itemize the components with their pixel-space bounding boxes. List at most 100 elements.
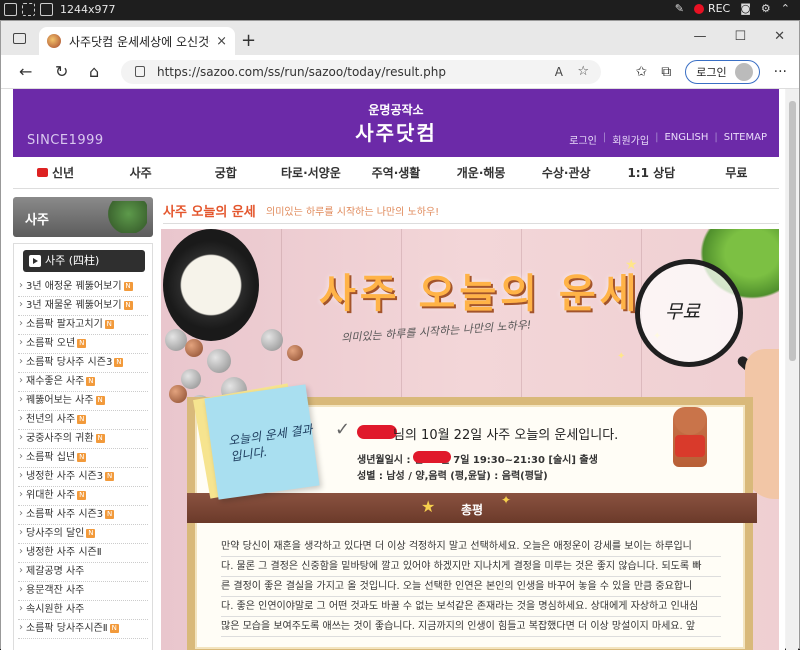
- sidebar: 사주 사주 (四柱) 3년 애정운 꿰뚫어보기N3년 재물운 꿰뚫어보기N소름팍…: [13, 197, 153, 650]
- sidebar-item[interactable]: 소름팍 오년N: [18, 335, 148, 354]
- nav-item-palm[interactable]: 수상·관상: [524, 164, 609, 181]
- sidebar-item[interactable]: 속시원한 사주: [18, 601, 148, 620]
- header-link-join[interactable]: 회원가입: [612, 132, 649, 147]
- add-favorite-icon[interactable]: ☆: [577, 60, 589, 84]
- gear-icon[interactable]: ⚙: [761, 2, 771, 15]
- nav-item-free[interactable]: 무료: [694, 164, 779, 181]
- read-aloud-icon[interactable]: A: [555, 60, 563, 84]
- nav-item-saju[interactable]: 사주: [98, 164, 183, 181]
- coin-icon: [261, 329, 283, 351]
- address-bar[interactable]: https://sazoo.com/ss/run/sazoo/today/res…: [121, 60, 601, 84]
- birth-info: 생년월일시 : 년 11월 7일 19:30~21:30 [술시] 출생: [357, 455, 598, 466]
- close-window-button[interactable]: ✕: [774, 29, 785, 44]
- close-tab-icon[interactable]: ×: [216, 34, 227, 49]
- compass-icon: [163, 229, 259, 341]
- banner-subtitle: 의미있는 하루를 시작하는 나만의 노하우!: [340, 318, 532, 345]
- new-badge-icon: N: [77, 414, 87, 424]
- sidebar-item[interactable]: 위대한 사주N: [18, 487, 148, 506]
- favorites-icon[interactable]: ✩: [636, 64, 648, 80]
- sidebar-item[interactable]: 소름팍 사주 시즌3N: [18, 506, 148, 525]
- site-header: 운명공작소 사주닷컴 SINCE1999 로그인 | 회원가입 | ENGLIS…: [13, 89, 779, 157]
- sidebar-item[interactable]: 제갈공명 사주: [18, 563, 148, 582]
- new-badge-icon: N: [77, 338, 87, 348]
- sidebar-item[interactable]: 천년의 사주N: [18, 411, 148, 430]
- minimize-button[interactable]: —: [693, 29, 706, 44]
- nav-item-dream[interactable]: 개운·해몽: [439, 164, 524, 181]
- nav-item-iching[interactable]: 주역·생활: [353, 164, 438, 181]
- paragraph-line: 다. 물론 그 결정은 신중함을 밑바탕에 깔고 있어야 하겠지만 지나치게 결…: [221, 557, 721, 577]
- browser-window: 사주닷컴 운세세상에 오신것을 환영합니다 × + — ☐ ✕ ← ↻ ⌂ ht…: [0, 20, 800, 650]
- new-tab-button[interactable]: +: [241, 30, 256, 51]
- star-icon: ✦: [617, 351, 626, 362]
- sidebar-item[interactable]: 소름팍 팔자고치기N: [18, 316, 148, 335]
- sidebar-item[interactable]: 냉정한 사주 시즌Ⅱ: [18, 544, 148, 563]
- sidebar-item[interactable]: 궁중사주의 귀환N: [18, 430, 148, 449]
- check-icon: ✓: [335, 419, 351, 440]
- nav-item-compatibility[interactable]: 궁합: [183, 164, 268, 181]
- pen-icon[interactable]: ✎: [675, 2, 684, 15]
- page-description: 의미있는 하루를 시작하는 나만의 노하우!: [266, 207, 440, 218]
- gender-info: 성별 : 남성 / 양,음력 (평,윤달) : 음력(평달): [357, 471, 548, 482]
- record-dot-icon: [693, 3, 704, 14]
- greeting-text: 님의 10월 22일 사주 오늘의 운세입니다.: [393, 428, 619, 443]
- new-badge-icon: N: [86, 528, 96, 538]
- lock-icon[interactable]: [135, 66, 145, 77]
- sidebar-menu: 사주 (四柱) 3년 애정운 꿰뚫어보기N3년 재물운 꿰뚫어보기N소름팍 팔자…: [13, 243, 153, 650]
- resolution-label: 1244x977: [60, 3, 116, 16]
- sidebar-item[interactable]: 소름팍 당사주 시즌3N: [18, 354, 148, 373]
- os-titlebar: 1244x977 ✎ REC ◙ ⚙ ⌃: [0, 0, 800, 20]
- tab-active[interactable]: 사주닷컴 운세세상에 오신것을 환영합니다 ×: [39, 27, 235, 55]
- nav-item-consult[interactable]: 1:1 상담: [609, 164, 694, 181]
- redacted-year: [413, 451, 451, 463]
- sidebar-item[interactable]: 소름팍 십년N: [18, 449, 148, 468]
- more-icon[interactable]: ···: [774, 64, 787, 80]
- fortune-paragraph: 만약 당신이 재혼을 생각하고 있다면 더 이상 걱정하지 말고 선택하세요. …: [221, 537, 721, 637]
- header-links: 로그인 | 회원가입 | ENGLISH | SITEMAP: [569, 132, 767, 147]
- redacted-name: [357, 425, 397, 439]
- login-button[interactable]: 로그인: [685, 60, 760, 84]
- header-link-sitemap[interactable]: SITEMAP: [724, 132, 767, 147]
- record-button[interactable]: REC: [693, 2, 730, 15]
- collections-icon[interactable]: ⧉: [661, 64, 671, 80]
- sidebar-item[interactable]: 냉정한 사주 시즌3N: [18, 468, 148, 487]
- since-label: SINCE1999: [27, 133, 104, 148]
- window-icon[interactable]: [4, 3, 17, 16]
- new-badge-icon: N: [109, 623, 119, 633]
- sidebar-item[interactable]: 3년 애정운 꿰뚫어보기N: [18, 278, 148, 297]
- nav-item-tarot[interactable]: 타로·서양운: [268, 164, 353, 181]
- maximize-button[interactable]: ☐: [734, 29, 746, 44]
- tab-strip: 사주닷컴 운세세상에 오신것을 환영합니다 × + — ☐ ✕: [1, 21, 799, 55]
- scrollbar-thumb[interactable]: [789, 101, 796, 361]
- pine-tree-icon: [101, 201, 147, 233]
- play-icon: [29, 255, 41, 267]
- header-link-english[interactable]: ENGLISH: [664, 132, 708, 147]
- banner-title: 사주 오늘의 운세: [319, 271, 641, 317]
- new-badge-icon: N: [105, 509, 115, 519]
- header-link-login[interactable]: 로그인: [569, 132, 597, 147]
- nav-item-new-year[interactable]: 신년: [13, 164, 98, 181]
- new-badge-icon: N: [95, 395, 105, 405]
- home-icon[interactable]: ⌂: [89, 62, 99, 81]
- refresh-icon[interactable]: ↻: [55, 62, 68, 81]
- sidebar-item[interactable]: 용문객잔 사주: [18, 582, 148, 601]
- camera-icon[interactable]: ◙: [740, 2, 751, 15]
- main-navigation: 신년 사주 궁합 타로·서양운 주역·생활 개운·해몽 수상·관상 1:1 상담…: [13, 157, 779, 189]
- sidebar-item[interactable]: 재수좋은 사주N: [18, 373, 148, 392]
- sidebar-item[interactable]: 당사주의 달인N: [18, 525, 148, 544]
- gingerbread-icon: [673, 407, 707, 467]
- back-icon[interactable]: ←: [19, 62, 32, 81]
- sidebar-item[interactable]: 3년 재물운 꿰뚫어보기N: [18, 297, 148, 316]
- coin-icon: [185, 339, 203, 357]
- region-icon[interactable]: [22, 3, 35, 16]
- capture-icon[interactable]: [40, 3, 53, 16]
- tab-actions-icon[interactable]: [13, 33, 26, 44]
- new-badge-icon: N: [123, 300, 133, 310]
- collapse-icon[interactable]: ⌃: [781, 2, 790, 15]
- new-badge-icon: N: [86, 376, 96, 386]
- section-bar: ★ ✦ 총평: [187, 493, 757, 523]
- sidebar-item[interactable]: 소름팍 당사주시즌ⅡN: [18, 620, 148, 639]
- new-badge-icon: N: [77, 490, 87, 500]
- section-title: 총평: [460, 503, 484, 517]
- sidebar-subheading[interactable]: 사주 (四柱): [23, 250, 145, 272]
- sidebar-item[interactable]: 꿰뚫어보는 사주N: [18, 392, 148, 411]
